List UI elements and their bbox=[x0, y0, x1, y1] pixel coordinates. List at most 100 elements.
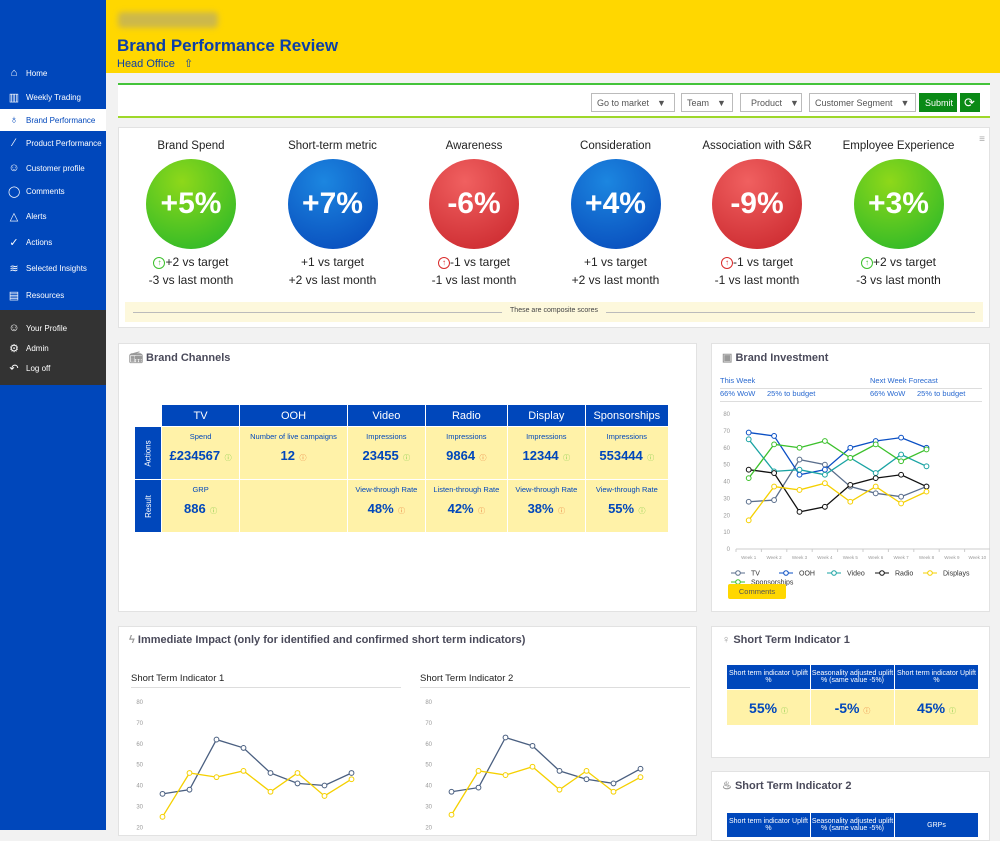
data-point bbox=[321, 793, 328, 799]
data-point bbox=[923, 446, 930, 453]
refresh-icon[interactable]: ⟳ bbox=[960, 93, 980, 112]
trend-up-icon: ⓘ bbox=[638, 508, 646, 515]
data-point bbox=[637, 774, 644, 781]
sidebar-item-selected-insights[interactable]: ≋ Selected Insights bbox=[0, 257, 106, 279]
composite-note-bar: These are composite scores bbox=[125, 302, 983, 322]
data-point bbox=[745, 517, 752, 524]
menu-icon[interactable]: ≡ bbox=[979, 134, 985, 145]
kpi-vs-month: -1 vs last month bbox=[714, 273, 800, 287]
data-point bbox=[898, 500, 905, 507]
sidebar-item-label: Home bbox=[26, 68, 48, 78]
product-dropdown[interactable]: Product ▼ bbox=[740, 93, 802, 112]
data-point bbox=[745, 429, 752, 436]
kpi-vs-month: -3 vs last month bbox=[148, 273, 234, 287]
data-point bbox=[502, 734, 509, 741]
channel-cell: Number of live campaigns 12 ⓘ bbox=[239, 427, 348, 479]
lightbulb-icon: ♀ bbox=[722, 634, 731, 646]
data-point bbox=[872, 475, 879, 482]
metric-label: View-through Rate bbox=[515, 485, 578, 494]
x-tick-label: Week 10 bbox=[968, 555, 986, 560]
data-point bbox=[294, 780, 301, 787]
data-point bbox=[847, 454, 854, 461]
sidebar-item-log-off[interactable]: ↶ Log off bbox=[0, 357, 106, 379]
this-week-label: This Week bbox=[720, 376, 756, 385]
kpi-vs-target: -1 vs target bbox=[449, 255, 511, 269]
data-point bbox=[796, 466, 803, 473]
trend-up-icon: ⓘ bbox=[948, 707, 956, 715]
channel-cell: View-through Rate 48% ⓘ bbox=[348, 480, 425, 532]
y-tick-label: 70 bbox=[136, 721, 143, 727]
immediate-impact-card: ϟ Immediate Impact (only for identified … bbox=[118, 626, 697, 836]
channel-cell: Impressions 553444 ⓘ bbox=[585, 427, 668, 479]
check-circle-icon: ✓ bbox=[9, 236, 19, 249]
trend-down-icon: ⓘ bbox=[398, 508, 406, 515]
sidebar-item-comments[interactable]: ◯ Comments bbox=[0, 180, 106, 202]
arrow-up-circle-icon: ↑ bbox=[153, 257, 166, 269]
channel-cell: View-through Rate 38% ⓘ bbox=[508, 480, 585, 532]
metric-label: Spend bbox=[189, 432, 212, 441]
sidebar-item-customer-profile[interactable]: ☺ Customer profile bbox=[0, 157, 106, 179]
data-point bbox=[745, 466, 752, 473]
data-point bbox=[771, 470, 777, 476]
metric-value: 55% bbox=[608, 501, 635, 516]
data-point bbox=[796, 444, 803, 451]
sidebar-item-actions[interactable]: ✓ Actions bbox=[0, 231, 106, 253]
submit-button[interactable]: Submit bbox=[919, 93, 957, 112]
data-point bbox=[822, 461, 828, 468]
this-week-wow: 66% WoW bbox=[720, 389, 756, 398]
sti1-title: ♀ Short Term Indicator 1 bbox=[722, 634, 850, 646]
data-point bbox=[796, 456, 803, 463]
sidebar-item-label: Actions bbox=[26, 237, 53, 247]
sti2-title: ♨ Short Term Indicator 2 bbox=[722, 780, 852, 792]
sti2-chart: 1020304050607080 bbox=[425, 700, 644, 831]
metric-label bbox=[240, 480, 347, 500]
row-label: Actions bbox=[135, 427, 162, 479]
caret-down-icon: ▼ bbox=[657, 97, 666, 108]
sidebar-item-alerts[interactable]: △ Alerts bbox=[0, 205, 106, 227]
y-tick-label: 60 bbox=[425, 742, 432, 748]
data-point bbox=[745, 498, 752, 505]
header: Brand Performance Review Head Office ⇧ bbox=[106, 0, 1000, 73]
sidebar-item-your-profile[interactable]: ☺ Your Profile bbox=[0, 317, 106, 339]
y-tick-label: 20 bbox=[723, 513, 730, 519]
segment-dropdown[interactable]: Customer Segment ▼ bbox=[809, 93, 916, 112]
sidebar: ⌂ Home ▥ Weekly Trading ♁ Brand Performance ⁄ P… bbox=[0, 0, 106, 830]
channel-cell: Impressions 9864 ⓘ bbox=[425, 427, 508, 479]
data-point bbox=[872, 490, 879, 497]
y-tick-label: 30 bbox=[136, 804, 143, 810]
kpi-name: Association with S&R bbox=[702, 140, 812, 152]
alarm-icon: ♨ bbox=[722, 780, 732, 792]
x-tick-label: Week 4 bbox=[817, 555, 833, 560]
data-point bbox=[448, 811, 455, 818]
team-dropdown[interactable]: Team ▼ bbox=[681, 93, 733, 112]
kpi-name: Brand Spend bbox=[157, 140, 225, 152]
data-point bbox=[745, 475, 752, 482]
metric-label: View-through Rate bbox=[595, 485, 658, 494]
sidebar-item-label: Your Profile bbox=[26, 323, 68, 333]
sidebar-item-product-performance[interactable]: ⁄ Product Performance bbox=[0, 132, 106, 154]
sidebar-item-resources[interactable]: ▤ Resources bbox=[0, 284, 106, 306]
logout-icon: ↶ bbox=[9, 362, 19, 375]
sti1-chart: 1020304050607080 bbox=[136, 700, 355, 831]
x-tick-label: Week 7 bbox=[894, 555, 910, 560]
sidebar-item-home[interactable]: ⌂ Home bbox=[0, 62, 106, 84]
channel-header: Sponsorships bbox=[585, 405, 668, 426]
kpi-value: +5% bbox=[146, 159, 236, 249]
x-tick-label: Week 5 bbox=[843, 555, 859, 560]
data-point bbox=[475, 767, 482, 774]
sidebar-item-brand-performance[interactable]: ♁ Brand Performance bbox=[0, 109, 106, 131]
trend-down-icon: ⓘ bbox=[478, 508, 486, 515]
upload-icon[interactable]: ⇧ bbox=[184, 58, 193, 70]
office-selector[interactable]: Head Office ⇧ bbox=[117, 57, 193, 70]
legend-label: Video bbox=[847, 571, 865, 578]
data-point bbox=[822, 480, 828, 487]
sidebar-item-admin[interactable]: ⚙ Admin bbox=[0, 337, 106, 359]
kpi-vs-target: +1 vs target bbox=[583, 255, 648, 269]
sti-value-cell: 55% ⓘ bbox=[727, 690, 810, 725]
data-point bbox=[822, 438, 828, 444]
sidebar-item-weekly-trading[interactable]: ▥ Weekly Trading bbox=[0, 86, 106, 108]
comments-button[interactable]: Comments bbox=[728, 584, 786, 599]
next-week-budget: 25% to budget bbox=[917, 389, 966, 398]
market-dropdown[interactable]: Go to market ▼ bbox=[591, 93, 675, 112]
user-headset-icon: ☺ bbox=[8, 162, 20, 174]
